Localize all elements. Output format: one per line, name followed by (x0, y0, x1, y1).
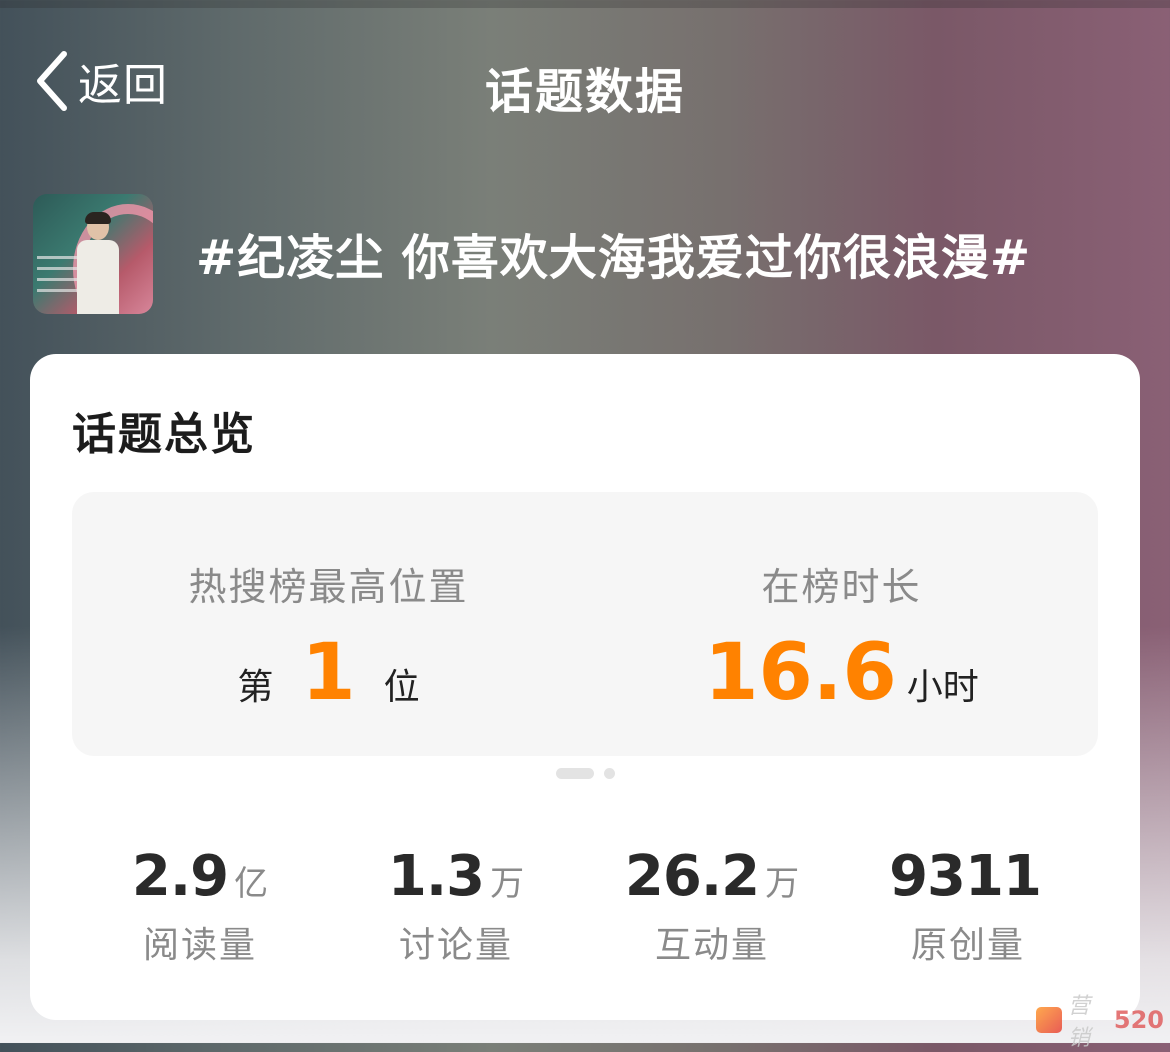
watermark-text: 营销 (1067, 994, 1090, 1051)
rank-highlight: 热搜榜最高位置 第 1 位 (72, 492, 585, 756)
stat-unit: 万 (765, 864, 800, 904)
stat-value: 1.3 (387, 844, 485, 909)
carousel-pager[interactable] (556, 768, 615, 779)
stat-unit: 亿 (234, 864, 269, 904)
stat-interaction: 26.2 万 互动量 (584, 844, 840, 968)
rank-label: 热搜榜最高位置 (188, 565, 469, 609)
duration-value: 16.6 (704, 628, 897, 718)
stat-discussion: 1.3 万 讨论量 (328, 844, 584, 968)
duration-label: 在榜时长 (761, 565, 922, 609)
pager-dot-active[interactable] (556, 768, 594, 779)
stat-unit: 万 (490, 864, 525, 904)
stat-value: 9311 (889, 844, 1042, 909)
topic-cover-image[interactable] (33, 194, 153, 314)
topic-title: #纪凌尘 你喜欢大海我爱过你很浪漫# (196, 230, 1032, 286)
person-icon (75, 212, 121, 314)
rank-suffix: 位 (383, 667, 420, 708)
overview-card: 话题总览 热搜榜最高位置 第 1 位 在榜时长 16.6 小时 2.9 亿 阅读… (30, 354, 1140, 1020)
overview-title: 话题总览 (72, 409, 256, 460)
stat-label: 互动量 (654, 925, 769, 966)
highlight-carousel[interactable]: 热搜榜最高位置 第 1 位 在榜时长 16.6 小时 (72, 492, 1098, 756)
stat-label: 原创量 (910, 925, 1025, 966)
pager-dot[interactable] (604, 768, 615, 779)
stat-original: 9311 原创量 (840, 844, 1096, 968)
stat-label: 讨论量 (398, 925, 513, 966)
rank-value-row: 第 1 位 (72, 634, 585, 712)
watermark-logo: 营销 520 (1036, 994, 1164, 1051)
watermark-icon (1036, 1007, 1062, 1033)
rank-prefix: 第 (237, 667, 274, 708)
duration-value-row: 16.6 小时 (585, 634, 1098, 712)
duration-highlight: 在榜时长 16.6 小时 (585, 492, 1098, 756)
watermark-number: 520 (1113, 1006, 1164, 1034)
stats-row: 2.9 亿 阅读量 1.3 万 讨论量 26.2 万 互动量 9311 原创量 (72, 844, 1098, 966)
stat-label: 阅读量 (142, 925, 257, 966)
status-bar-edge (0, 0, 1170, 8)
rank-value: 1 (301, 628, 356, 718)
stat-read: 2.9 亿 阅读量 (72, 844, 328, 968)
stat-value: 2.9 (131, 844, 229, 909)
page-title: 话题数据 (484, 64, 685, 120)
stat-value: 26.2 (624, 844, 760, 909)
duration-unit: 小时 (906, 667, 979, 708)
